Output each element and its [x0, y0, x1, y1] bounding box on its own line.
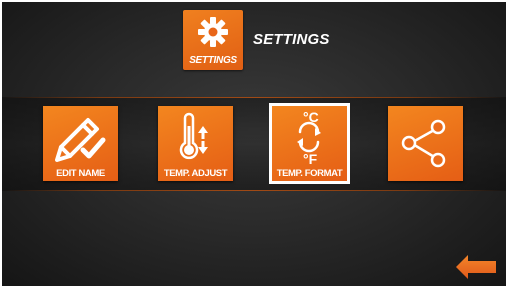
band-top-divider	[2, 97, 506, 98]
gear-icon	[198, 17, 228, 47]
share-icon	[401, 119, 446, 168]
page-title: SETTINGS	[253, 31, 330, 48]
settings-header-icon: SETTINGS	[183, 10, 243, 70]
temp-format-label: TEMP. FORMAT	[276, 168, 343, 179]
temp-format-button[interactable]: °C °F TEMP. FORMAT	[269, 103, 350, 184]
settings-screen: SETTINGS SETTINGS EDIT NAME TEMP. ADJUST…	[2, 2, 506, 286]
back-arrow-icon	[456, 255, 496, 279]
settings-icon-label: SETTINGS	[189, 55, 237, 66]
share-button[interactable]	[388, 106, 463, 181]
band-bottom-divider	[2, 190, 506, 191]
edit-name-button[interactable]: EDIT NAME	[43, 106, 118, 181]
edit-name-label: EDIT NAME	[56, 168, 105, 179]
temp-adjust-button[interactable]: TEMP. ADJUST	[158, 106, 233, 181]
fahrenheit-symbol: °F	[303, 151, 318, 167]
temp-adjust-label: TEMP. ADJUST	[163, 168, 228, 179]
back-button[interactable]	[454, 254, 498, 280]
